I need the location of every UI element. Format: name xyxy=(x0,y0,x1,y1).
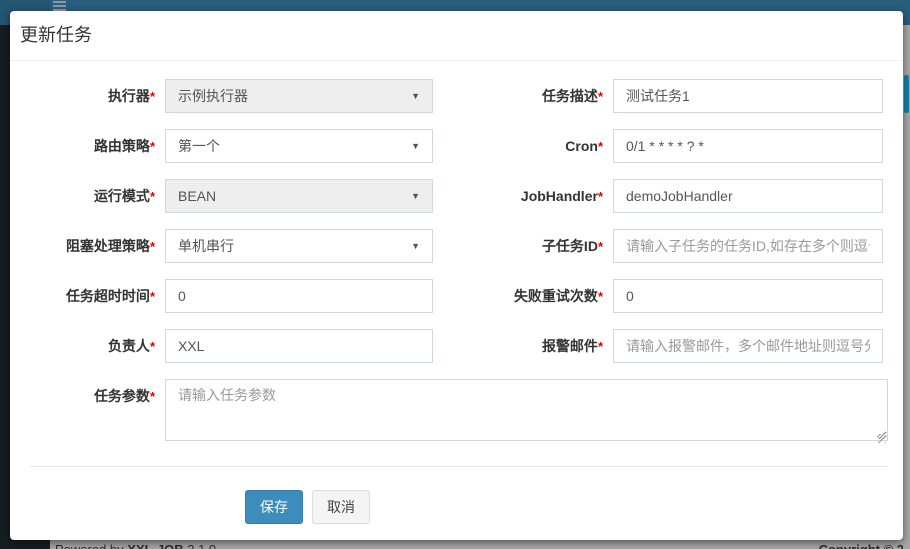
child-jobid-input[interactable] xyxy=(613,229,883,263)
cancel-button[interactable]: 取消 xyxy=(312,490,370,524)
glue-type-label: 运行模式* xyxy=(30,179,165,214)
fail-retry-label: 失败重试次数* xyxy=(433,279,613,314)
update-job-modal: 更新任务 执行器* 示例执行器 ▼ 任务描述* 路由策略* 第一个 ▼ xyxy=(10,11,903,540)
job-desc-input[interactable] xyxy=(613,79,883,113)
route-strategy-label: 路由策略* xyxy=(30,129,165,164)
modal-title: 更新任务 xyxy=(20,23,893,47)
route-strategy-select[interactable]: 第一个 ▼ xyxy=(165,129,433,163)
block-strategy-label: 阻塞处理策略* xyxy=(30,229,165,264)
update-job-form: 执行器* 示例执行器 ▼ 任务描述* 路由策略* 第一个 ▼ Cron* xyxy=(10,61,903,524)
jobhandler-label: JobHandler* xyxy=(433,179,613,214)
scrollbar-thumb[interactable] xyxy=(904,75,909,113)
chevron-down-icon: ▼ xyxy=(411,91,420,101)
chevron-down-icon: ▼ xyxy=(411,241,420,251)
executor-label: 执行器* xyxy=(30,79,165,114)
block-strategy-select[interactable]: 单机串行 ▼ xyxy=(165,229,433,263)
save-button[interactable]: 保存 xyxy=(245,490,303,524)
timeout-input[interactable] xyxy=(165,279,433,313)
chevron-down-icon: ▼ xyxy=(411,191,420,201)
timeout-label: 任务超时时间* xyxy=(30,279,165,314)
job-param-textarea[interactable] xyxy=(165,379,888,441)
modal-header: 更新任务 xyxy=(10,11,903,61)
executor-select[interactable]: 示例执行器 ▼ xyxy=(165,79,433,113)
fail-retry-input[interactable] xyxy=(613,279,883,313)
child-jobid-label: 子任务ID* xyxy=(433,229,613,264)
chevron-down-icon: ▼ xyxy=(411,141,420,151)
job-param-label: 任务参数* xyxy=(30,379,165,446)
cron-input[interactable] xyxy=(613,129,883,163)
glue-type-select[interactable]: BEAN ▼ xyxy=(165,179,433,213)
job-desc-label: 任务描述* xyxy=(433,79,613,114)
scrollbar-track[interactable] xyxy=(903,25,910,549)
alarm-email-label: 报警邮件* xyxy=(433,329,613,364)
cron-label: Cron* xyxy=(433,129,613,164)
author-label: 负责人* xyxy=(30,329,165,364)
author-input[interactable] xyxy=(165,329,433,363)
modal-actions: 保存 取消 xyxy=(30,467,888,524)
jobhandler-input[interactable] xyxy=(613,179,883,213)
alarm-email-input[interactable] xyxy=(613,329,883,363)
